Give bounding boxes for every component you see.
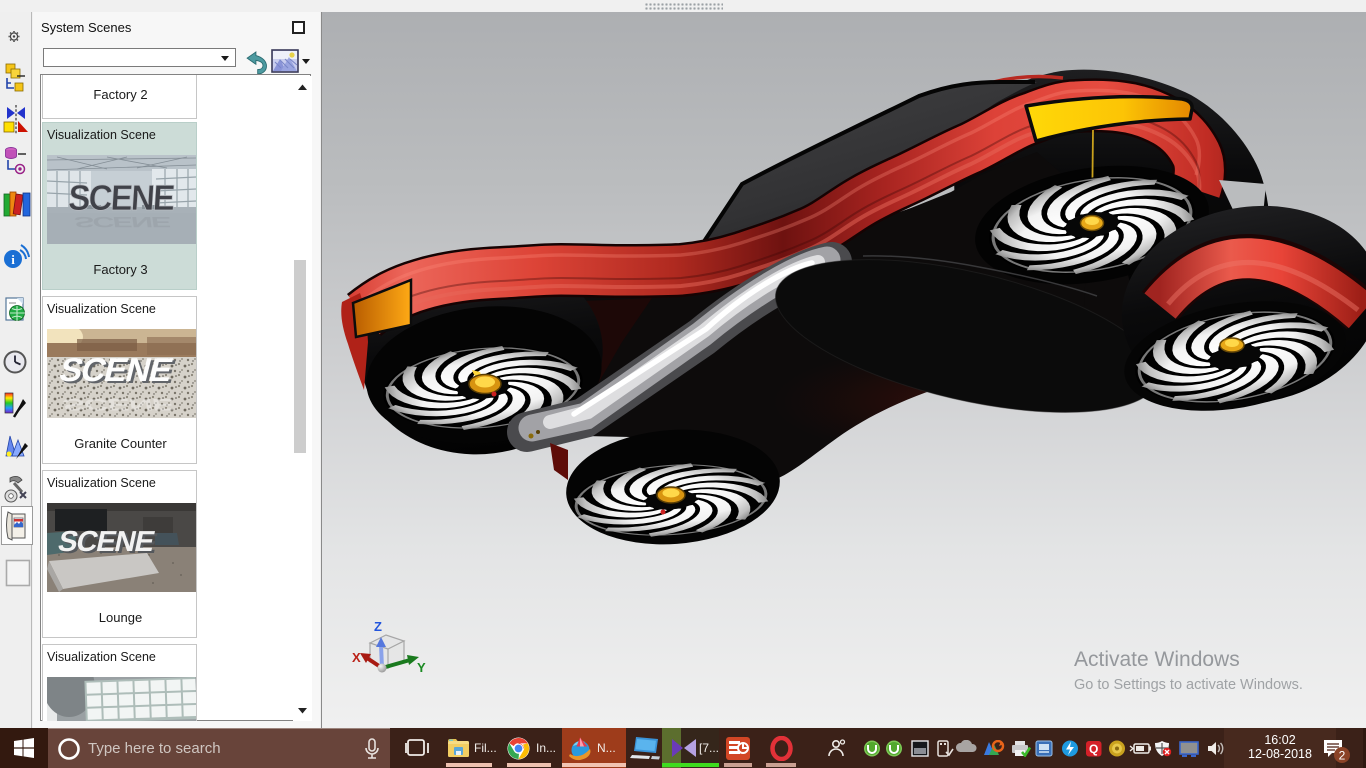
svg-text:Q: Q xyxy=(1089,742,1098,756)
svg-text:SCENE: SCENE xyxy=(55,525,157,558)
svg-text:i: i xyxy=(11,252,15,267)
svg-text:SCENE: SCENE xyxy=(56,352,177,389)
svg-text:SCENE: SCENE xyxy=(73,213,173,230)
svg-text:SCENE: SCENE xyxy=(67,179,175,219)
svg-text:SCENE: SCENE xyxy=(61,395,175,414)
svg-text:2: 2 xyxy=(1339,749,1346,763)
svg-text:Y: Y xyxy=(417,660,426,675)
svg-text:Z: Z xyxy=(374,619,382,634)
svg-text:X: X xyxy=(352,650,361,665)
